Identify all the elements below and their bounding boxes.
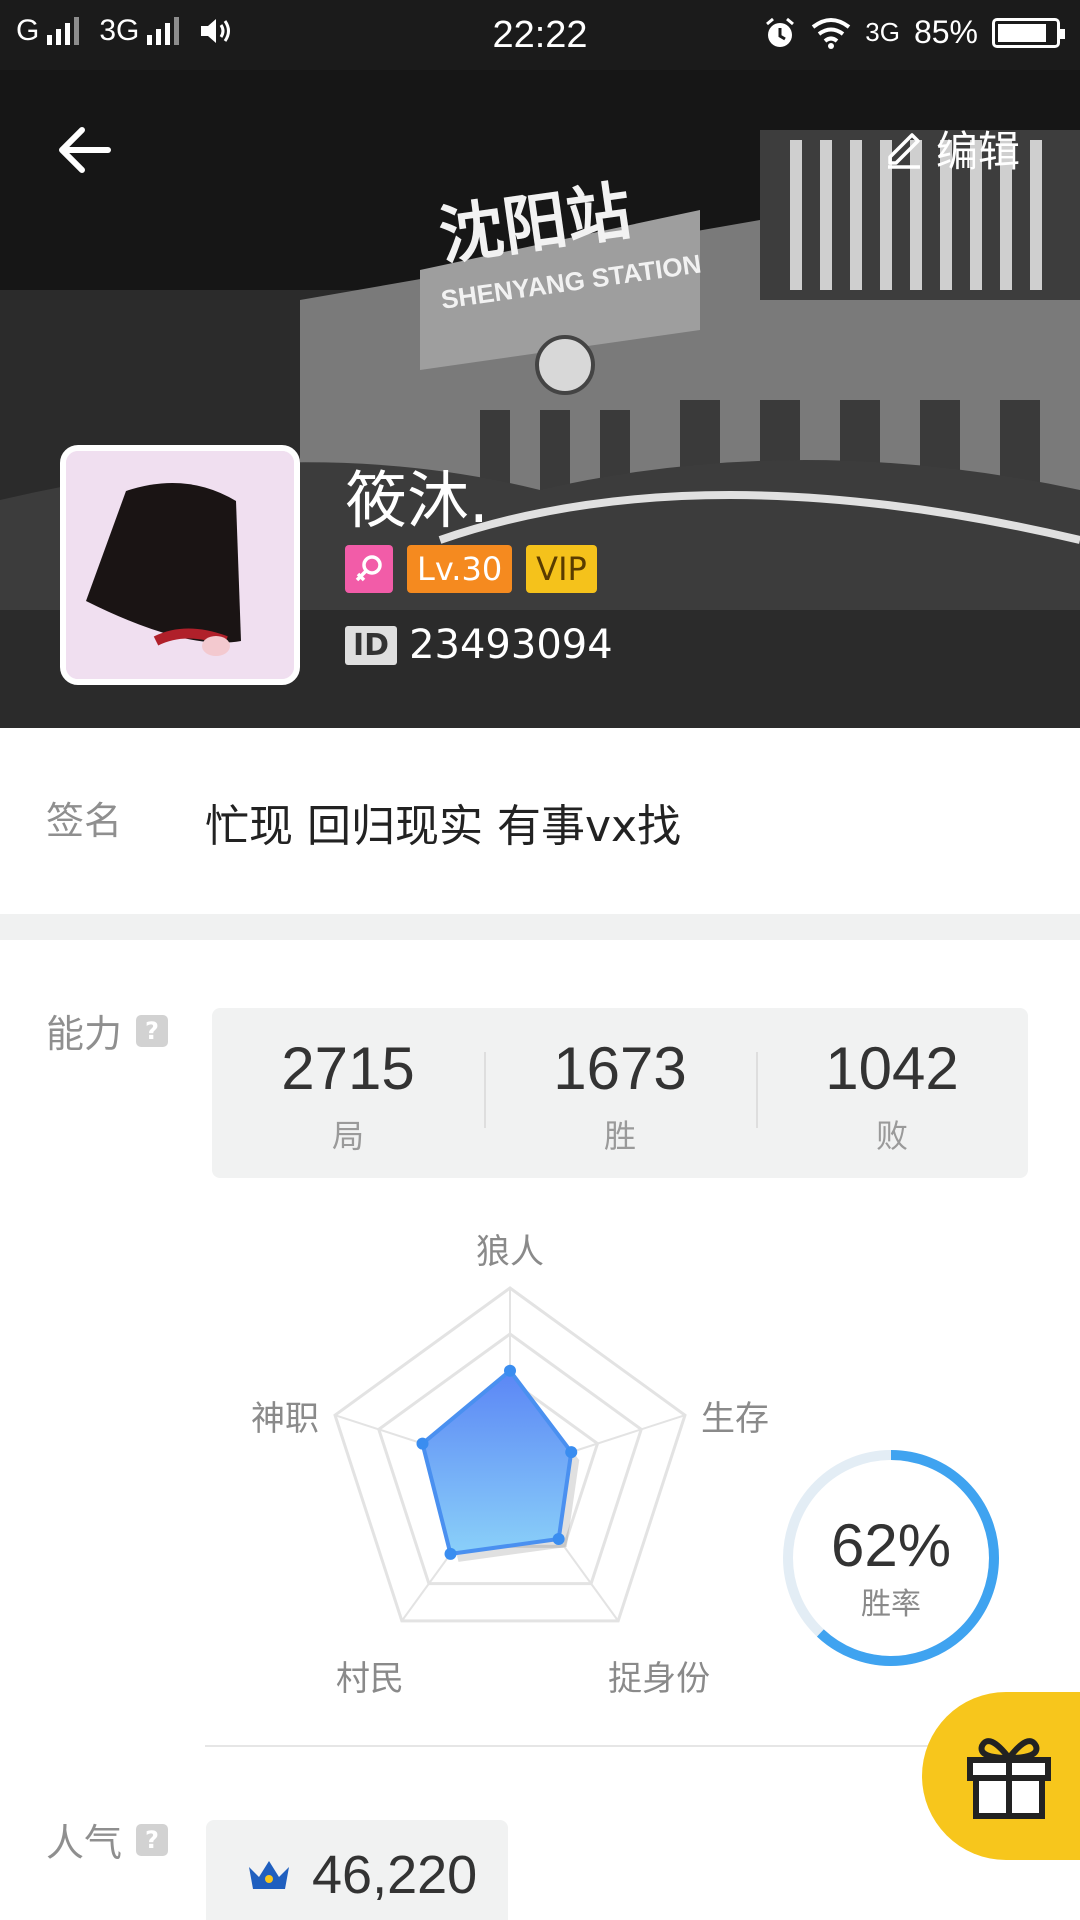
avatar[interactable] xyxy=(60,445,300,685)
id-tag: ID xyxy=(345,625,398,665)
stat-games-value: 2715 xyxy=(281,1035,415,1102)
stat-games: 2715 局 xyxy=(212,1008,484,1178)
winrate-label: 胜率 xyxy=(861,1587,921,1622)
winrate-ring: 62% 胜率 xyxy=(778,1445,1004,1671)
female-gender-icon xyxy=(345,545,393,593)
alarm-icon xyxy=(766,17,795,47)
profile-header: 沈阳站 SHENYANG STATION 编辑 筱沐. Lv.30 VIP ID… xyxy=(0,70,1080,728)
network-type: 3G xyxy=(865,17,900,47)
radar-point-0 xyxy=(504,1364,516,1377)
level-badge: Lv.30 xyxy=(407,545,513,593)
radar-axis-label-1: 生存 xyxy=(700,1399,769,1440)
stat-wins-unit: 胜 xyxy=(603,1117,636,1155)
radar-point-2 xyxy=(552,1532,565,1545)
wifi-icon xyxy=(812,17,851,49)
gift-icon xyxy=(967,1738,1051,1819)
popularity-value: 46,220 xyxy=(312,1845,478,1905)
edit-pencil-icon xyxy=(887,132,920,169)
profile-screen: G 3G 22:22 3G 85% 沈阳站 SHENYANG STATION 编… xyxy=(0,0,1080,1920)
stat-losses-unit: 败 xyxy=(875,1117,908,1155)
ability-radar-chart: 狼人生存捉身份 村民 神职 xyxy=(220,1210,800,1699)
edit-button[interactable]: 编辑 xyxy=(882,118,1020,179)
radar-point-4 xyxy=(416,1437,429,1450)
radar-axis-label-2: 捉身份 xyxy=(608,1658,711,1699)
radar-axis-label-4: 神职 xyxy=(251,1399,319,1440)
battery-icon xyxy=(992,17,1065,48)
game-stats-box: 2715 局 1673 胜 1042 败 xyxy=(212,1008,1028,1178)
back-arrow-icon[interactable] xyxy=(50,115,120,185)
radar-point-1 xyxy=(565,1446,578,1459)
status-bar: G 3G 22:22 3G 85% xyxy=(0,0,1080,70)
signature-section: 签名 忙现 回归现实 有事vx找 xyxy=(0,728,1080,914)
crown-icon xyxy=(249,1861,289,1889)
popularity-help-icon[interactable]: ? xyxy=(136,1823,169,1856)
vip-badge: VIP xyxy=(526,545,597,593)
popularity-box: 46,220 xyxy=(206,1820,508,1920)
popularity-label-group: 人气 ? xyxy=(46,1812,169,1867)
stat-games-unit: 局 xyxy=(331,1117,364,1155)
popularity-label: 人气 xyxy=(46,1821,123,1865)
radar-axis-label-3: 村民 xyxy=(335,1658,404,1699)
badge-row: Lv.30 VIP xyxy=(345,545,597,593)
stat-wins-value: 1673 xyxy=(553,1035,687,1102)
radar-area xyxy=(420,1367,574,1557)
radar-axis-label-0: 狼人 xyxy=(476,1232,544,1272)
section-divider xyxy=(0,914,1080,940)
stat-losses-value: 1042 xyxy=(825,1035,959,1102)
status-right-group: 3G 85% xyxy=(763,14,1065,51)
radar-point-3 xyxy=(444,1547,457,1560)
signature-label: 签名 xyxy=(46,799,123,843)
stat-losses: 1042 败 xyxy=(756,1008,1028,1178)
ability-label-group: 能力 ? xyxy=(46,1003,169,1058)
signature-text: 忙现 回归现实 有事vx找 xyxy=(205,801,682,852)
battery-percent: 85% xyxy=(913,14,978,50)
radar-svg xyxy=(333,1286,687,1623)
user-id: 23493094 xyxy=(409,622,613,668)
ability-help-icon[interactable]: ? xyxy=(136,1014,169,1047)
ability-label: 能力 xyxy=(46,1012,123,1056)
winrate-value: 62% xyxy=(830,1512,952,1579)
edit-label: 编辑 xyxy=(935,127,1020,176)
avatar-image xyxy=(66,451,294,679)
user-id-row: ID 23493094 xyxy=(345,622,613,668)
stat-wins: 1673 胜 xyxy=(484,1008,756,1178)
gift-button[interactable] xyxy=(922,1692,1080,1860)
nickname: 筱沐. xyxy=(345,464,489,537)
